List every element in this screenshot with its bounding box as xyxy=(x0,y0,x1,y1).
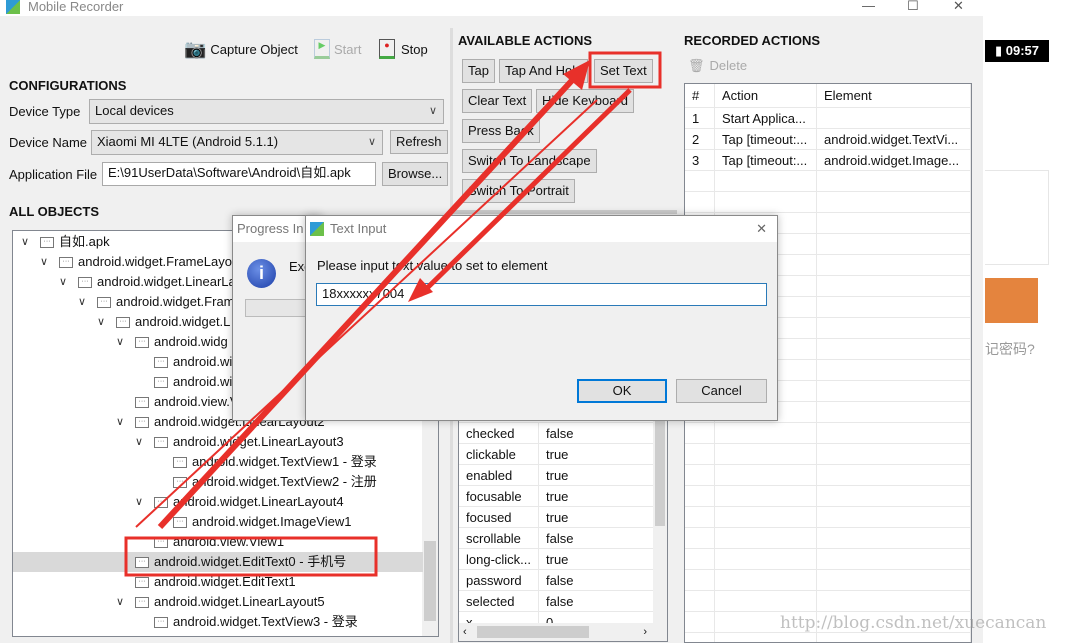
watermark: http://blog.csdn.net/xuecancan xyxy=(780,613,1047,633)
annotation-arrow-thick xyxy=(157,72,580,530)
annotation-box-set-text xyxy=(588,51,662,89)
annotation-arrow-thin xyxy=(135,99,598,528)
annotation-overlay xyxy=(124,51,662,577)
annotation-box-edittext0 xyxy=(124,536,378,577)
annotation-arrowhead-input xyxy=(408,278,433,302)
annotation-arrow-to-input xyxy=(418,88,632,297)
